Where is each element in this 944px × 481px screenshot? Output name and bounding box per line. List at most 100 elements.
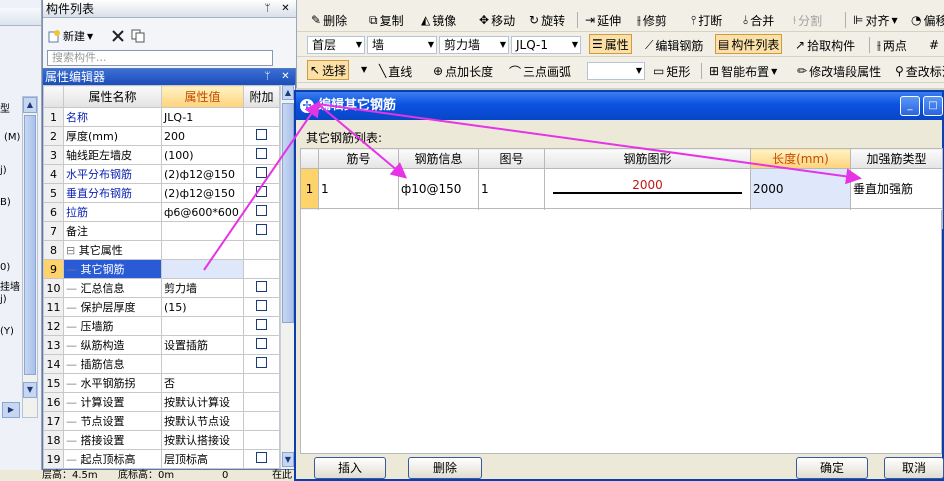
attach-cell[interactable] xyxy=(243,278,280,298)
break-button[interactable]: ⫯ 打断 xyxy=(689,10,724,30)
delete-button[interactable]: ✎ 删除 xyxy=(309,10,349,30)
row-number[interactable]: 6 xyxy=(43,202,64,222)
pick-component-button[interactable]: ↗ 拾取构件 xyxy=(793,35,857,55)
attach-cell[interactable] xyxy=(243,335,280,355)
trim-button[interactable]: ⫲ 修剪 xyxy=(635,10,669,30)
split-button[interactable]: ⫮ 分割 xyxy=(791,10,824,30)
pin-icon[interactable]: ᛘ xyxy=(261,70,274,83)
property-name-cell[interactable]: — 压墙筋 xyxy=(63,316,162,336)
row-number[interactable]: 4 xyxy=(43,164,64,184)
attach-checkbox[interactable] xyxy=(256,167,267,178)
attach-checkbox[interactable] xyxy=(256,338,267,349)
property-row[interactable]: 12— 压墙筋 xyxy=(43,316,280,336)
close-icon[interactable]: ✕ xyxy=(279,70,292,83)
property-name-cell[interactable]: — 其它钢筋 xyxy=(63,259,162,279)
collapse-icon[interactable]: ⊟ xyxy=(66,244,75,257)
new-button[interactable]: 新建 ▼ xyxy=(47,26,93,46)
left-scrollbar[interactable]: ▲ ▼ xyxy=(22,96,38,418)
property-row[interactable]: 2 厚度(mm) 200 xyxy=(43,126,280,146)
scroll-up-icon[interactable]: ▲ xyxy=(282,85,294,100)
smart-layout-button[interactable]: ⊞ 智能布置 ▼ xyxy=(707,61,779,81)
property-row[interactable]: 17— 节点设置 按默认节点设 xyxy=(43,411,280,431)
attach-cell[interactable] xyxy=(243,221,280,241)
floor-select[interactable]: 首层 ▼ xyxy=(307,36,365,54)
row-number[interactable]: 5 xyxy=(43,183,64,203)
property-value[interactable]: ф6@600*600 xyxy=(161,202,244,222)
property-name-cell[interactable]: — 计算设置 xyxy=(63,392,162,412)
attach-checkbox[interactable] xyxy=(256,224,267,235)
property-name-cell[interactable]: — 水平钢筋拐 xyxy=(63,373,162,393)
property-row[interactable]: 6 拉筋 ф6@600*600 xyxy=(43,202,280,222)
property-name-cell[interactable]: — 保护层厚度 xyxy=(63,297,162,317)
row-number[interactable]: 7 xyxy=(43,221,64,241)
property-row[interactable]: 10— 汇总信息 剪力墙 xyxy=(43,278,280,298)
row-number[interactable]: 16 xyxy=(43,392,64,412)
row-number[interactable]: 1 xyxy=(43,107,64,127)
chevron-down-icon[interactable]: ▼ xyxy=(361,65,367,74)
property-value[interactable]: 设置插筋 xyxy=(161,335,244,355)
figure-number-cell[interactable]: 1 xyxy=(478,168,545,209)
row-number[interactable]: 19 xyxy=(43,449,64,469)
property-row[interactable]: 19— 起点顶标高 层顶标高 xyxy=(43,449,280,469)
close-icon[interactable]: ✕ xyxy=(279,2,292,15)
property-value[interactable] xyxy=(161,259,244,279)
row-number[interactable]: 12 xyxy=(43,316,64,336)
rebar-info-cell[interactable]: ф10@150 xyxy=(398,168,479,209)
property-row[interactable]: 8 ⊟ 其它属性 xyxy=(43,240,280,260)
table-row[interactable]: 1 1 ф10@150 1 2000 2000 垂直加强筋 xyxy=(300,168,943,209)
property-value[interactable]: 层顶标高 xyxy=(161,449,244,469)
row-number[interactable]: 10 xyxy=(43,278,64,298)
row-number[interactable]: 14 xyxy=(43,354,64,374)
property-row[interactable]: 18— 搭接设置 按默认搭接设 xyxy=(43,430,280,450)
property-name-cell[interactable]: 轴线距左墙皮 xyxy=(63,145,162,165)
insert-button[interactable]: 插入 xyxy=(314,457,386,479)
property-value[interactable]: (2)ф12@150 xyxy=(161,183,244,203)
property-value[interactable]: (2)ф12@150 xyxy=(161,164,244,184)
property-row[interactable]: 11— 保护层厚度 (15) xyxy=(43,297,280,317)
attach-checkbox[interactable] xyxy=(256,186,267,197)
attach-checkbox[interactable] xyxy=(256,281,267,292)
line-button[interactable]: ╲ 直线 xyxy=(377,61,414,81)
property-value[interactable]: 否 xyxy=(161,373,244,393)
move-button[interactable]: ✥ 移动 xyxy=(477,10,517,30)
scroll-down-icon[interactable]: ▼ xyxy=(23,382,37,398)
property-row[interactable]: 15— 水平钢筋拐否 xyxy=(43,373,280,393)
property-scrollbar[interactable]: ▲ ▼ xyxy=(280,85,295,469)
row-number[interactable]: 3 xyxy=(43,145,64,165)
rebar-shape-cell[interactable]: 2000 xyxy=(544,168,751,209)
scroll-thumb[interactable] xyxy=(282,103,294,323)
merge-button[interactable]: ⫰ 合并 xyxy=(741,10,776,30)
two-point-button[interactable]: ⫲ 两点 xyxy=(875,35,909,55)
property-row[interactable]: 7 备注 xyxy=(43,221,280,241)
property-name-cell[interactable]: 名称 xyxy=(63,107,162,127)
search-input[interactable]: 搜索构件... xyxy=(47,50,273,66)
property-value[interactable]: 按默认搭接设 xyxy=(161,430,244,450)
subtype-select[interactable]: 剪力墙 ▼ xyxy=(439,36,509,54)
row-number[interactable]: 2 xyxy=(43,126,64,146)
pin-icon[interactable]: ᛘ xyxy=(261,2,274,15)
length-cell[interactable]: 2000 xyxy=(750,168,851,209)
copy-icon[interactable] xyxy=(131,29,145,43)
property-row[interactable]: 16— 计算设置 按默认计算设 xyxy=(43,392,280,412)
delete-row-button[interactable]: 删除 xyxy=(408,457,482,479)
offset-button[interactable]: ◔ 偏移 xyxy=(909,10,944,30)
attach-cell[interactable] xyxy=(243,316,280,336)
property-name-cell[interactable]: 厚度(mm) xyxy=(63,126,162,146)
arc-option-select[interactable]: ▼ xyxy=(587,62,645,80)
attach-cell[interactable] xyxy=(243,145,280,165)
property-value[interactable]: 按默认计算设 xyxy=(161,392,244,412)
property-value[interactable] xyxy=(161,240,244,260)
attach-cell[interactable] xyxy=(243,354,280,374)
rectangle-button[interactable]: ▭ 矩形 xyxy=(651,61,692,81)
edit-rebar-button[interactable]: ⟋ 编辑钢筋 xyxy=(643,35,705,55)
maximize-icon[interactable]: □ xyxy=(923,96,943,116)
property-row[interactable]: 3 轴线距左墙皮 (100) xyxy=(43,145,280,165)
copy-button[interactable]: ⧉ 复制 xyxy=(367,10,406,30)
property-value[interactable]: (100) xyxy=(161,145,244,165)
row-number[interactable]: 18 xyxy=(43,430,64,450)
ok-button[interactable]: 确定 xyxy=(796,457,868,479)
property-value[interactable]: 按默认节点设 xyxy=(161,411,244,431)
attach-cell[interactable] xyxy=(243,183,280,203)
row-number[interactable]: 13 xyxy=(43,335,64,355)
property-row[interactable]: 1 名称 JLQ-1 xyxy=(43,107,280,127)
